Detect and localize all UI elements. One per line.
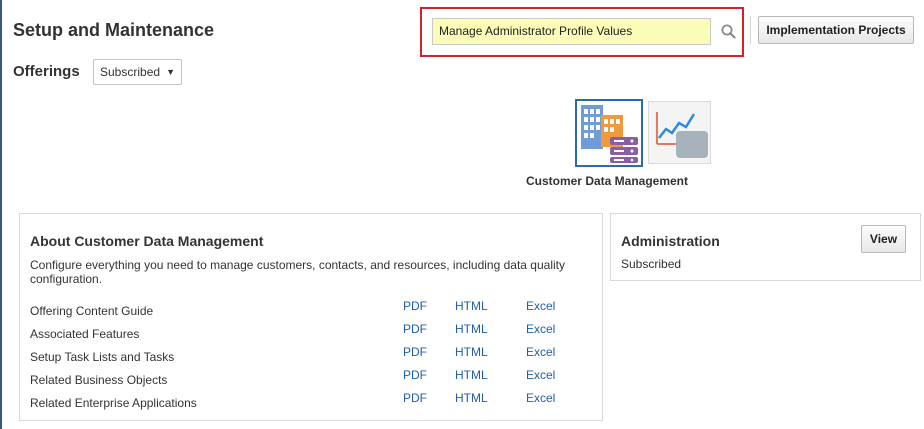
offering-tile-analytics[interactable] — [648, 101, 711, 164]
pdf-link[interactable]: PDF — [403, 368, 427, 382]
html-link[interactable]: HTML — [455, 345, 488, 359]
doc-row-label: Related Enterprise Applications — [30, 396, 197, 410]
html-link[interactable]: HTML — [455, 368, 488, 382]
administration-panel: Administration Subscribed View — [610, 213, 921, 281]
html-link[interactable]: HTML — [455, 391, 488, 405]
pdf-link[interactable]: PDF — [403, 299, 427, 313]
administration-status: Subscribed — [621, 257, 682, 271]
excel-link[interactable]: Excel — [526, 299, 555, 313]
excel-link[interactable]: Excel — [526, 345, 555, 359]
implementation-projects-button[interactable]: Implementation Projects — [758, 16, 914, 44]
excel-link[interactable]: Excel — [526, 322, 555, 336]
pdf-link[interactable]: PDF — [403, 391, 427, 405]
doc-row-label: Offering Content Guide — [30, 304, 154, 318]
offering-tile-customer-data-management[interactable] — [575, 99, 643, 167]
setup-maintenance-page: Setup and Maintenance Manage Administrat… — [0, 0, 924, 429]
about-offering-panel: About Customer Data Management Configure… — [19, 213, 603, 421]
header-divider — [750, 16, 751, 44]
offerings-filter-value: Subscribed — [100, 65, 161, 79]
html-link[interactable]: HTML — [455, 322, 488, 336]
search-input[interactable]: Manage Administrator Profile Values — [432, 18, 711, 45]
buildings-database-icon — [577, 105, 641, 168]
page-title: Setup and Maintenance — [13, 20, 215, 40]
doc-row-label: Related Business Objects — [30, 373, 168, 387]
administration-title: Administration — [621, 233, 720, 249]
tile-caption-customer-data-management: Customer Data Management — [525, 174, 689, 188]
doc-row-label: Setup Task Lists and Tasks — [30, 350, 175, 364]
analytics-chart-icon — [649, 104, 710, 166]
about-panel-title: About Customer Data Management — [30, 233, 264, 249]
excel-link[interactable]: Excel — [526, 391, 555, 405]
pdf-link[interactable]: PDF — [403, 322, 427, 336]
html-link[interactable]: HTML — [455, 299, 488, 313]
doc-row-label: Associated Features — [30, 327, 140, 341]
pdf-link[interactable]: PDF — [403, 345, 427, 359]
view-button[interactable]: View — [861, 225, 906, 253]
offerings-filter-select[interactable]: Subscribed ▼ — [93, 59, 182, 85]
offerings-label: Offerings — [13, 63, 80, 80]
chevron-down-icon: ▼ — [166, 67, 175, 77]
about-description: Configure everything you need to manage … — [30, 258, 565, 286]
search-icon[interactable] — [719, 22, 739, 42]
excel-link[interactable]: Excel — [526, 368, 555, 382]
